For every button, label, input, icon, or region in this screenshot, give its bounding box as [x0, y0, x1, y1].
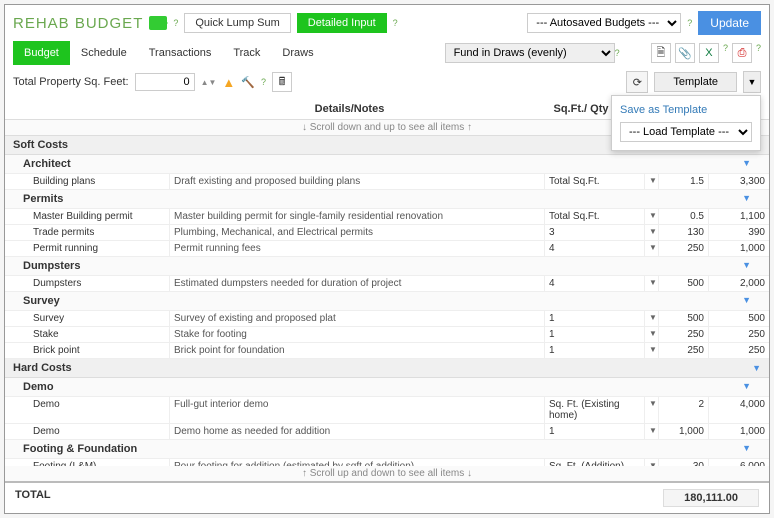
- help-icon[interactable]: ?: [261, 77, 266, 87]
- detailed-input-pill[interactable]: Detailed Input: [297, 13, 387, 33]
- help-icon[interactable]: ?: [687, 18, 692, 28]
- page-title: REHAB BUDGET: [13, 15, 143, 32]
- help-icon[interactable]: ?: [723, 43, 728, 63]
- tab-transactions[interactable]: Transactions: [138, 41, 223, 65]
- footer-total: TOTAL 180,111.00: [5, 481, 769, 513]
- budget-row[interactable]: DumpstersEstimated dumpsters needed for …: [5, 276, 769, 292]
- help-icon[interactable]: ?: [615, 48, 620, 58]
- subsection-header[interactable]: Dumpsters▼: [5, 257, 769, 276]
- help-icon[interactable]: ?: [756, 43, 761, 63]
- budget-row[interactable]: Master Building permitMaster building pe…: [5, 209, 769, 225]
- subsection-header[interactable]: Architect▼: [5, 155, 769, 174]
- app-window: REHAB BUDGET ? Quick Lump Sum Detailed I…: [4, 4, 770, 514]
- sqft-label: Total Property Sq. Feet:: [13, 76, 129, 88]
- header-details: Details/Notes: [178, 103, 521, 115]
- budget-grid[interactable]: Soft Costs▼Architect▼Building plansDraft…: [5, 135, 769, 466]
- property-row: Total Property Sq. Feet: ▲▼ ▲ 🔨? 🖩 ⟳ Tem…: [5, 65, 769, 99]
- hammer-icon[interactable]: 🔨: [241, 76, 255, 89]
- budget-row[interactable]: StakeStake for footing1▼250250: [5, 327, 769, 343]
- help-icon[interactable]: ?: [173, 18, 178, 28]
- pdf-icon[interactable]: ⎙: [732, 43, 752, 63]
- tab-schedule[interactable]: Schedule: [70, 41, 138, 65]
- load-template-select[interactable]: --- Load Template ---: [620, 122, 752, 142]
- subsection-header[interactable]: Footing & Foundation▼: [5, 440, 769, 459]
- budget-row[interactable]: Brick pointBrick point for foundation1▼2…: [5, 343, 769, 359]
- quick-lump-sum-pill[interactable]: Quick Lump Sum: [184, 13, 290, 33]
- video-icon[interactable]: [149, 16, 167, 30]
- subsection-header[interactable]: Demo▼: [5, 378, 769, 397]
- template-caret[interactable]: ▼: [743, 71, 761, 93]
- autosaved-budgets-select[interactable]: --- Autosaved Budgets ---: [527, 13, 681, 33]
- budget-row[interactable]: Footing (L&M)Pour footing for addition (…: [5, 459, 769, 466]
- total-value: 180,111.00: [663, 489, 759, 507]
- help-icon[interactable]: ?: [393, 18, 398, 28]
- refresh-icon[interactable]: ⟳: [626, 71, 648, 93]
- doc-icon[interactable]: 🗎: [651, 43, 671, 63]
- budget-row[interactable]: SurveySurvey of existing and proposed pl…: [5, 311, 769, 327]
- save-as-template-link[interactable]: Save as Template: [620, 104, 752, 116]
- attach-icon[interactable]: 📎: [675, 43, 695, 63]
- budget-row[interactable]: DemoFull-gut interior demoSq. Ft. (Exist…: [5, 397, 769, 424]
- tab-draws[interactable]: Draws: [271, 41, 324, 65]
- section-header[interactable]: Hard Costs▼: [5, 359, 769, 378]
- update-button[interactable]: Update: [698, 11, 761, 35]
- calc-icon[interactable]: 🖩: [272, 72, 292, 92]
- total-label: TOTAL: [15, 489, 51, 507]
- top-bar: REHAB BUDGET ? Quick Lump Sum Detailed I…: [5, 5, 769, 41]
- subsection-header[interactable]: Survey▼: [5, 292, 769, 311]
- stepper-icon[interactable]: ▲▼: [201, 78, 217, 87]
- tab-bar: Budget Schedule Transactions Track Draws…: [5, 41, 769, 65]
- budget-row[interactable]: Trade permitsPlumbing, Mechanical, and E…: [5, 225, 769, 241]
- budget-row[interactable]: Building plansDraft existing and propose…: [5, 174, 769, 190]
- fund-in-draws-select[interactable]: Fund in Draws (evenly): [445, 43, 615, 63]
- template-button[interactable]: Template: [654, 72, 737, 92]
- tab-track[interactable]: Track: [222, 41, 271, 65]
- sqft-input[interactable]: [135, 73, 195, 91]
- subsection-header[interactable]: Permits▼: [5, 190, 769, 209]
- budget-row[interactable]: Permit runningPermit running fees4▼2501,…: [5, 241, 769, 257]
- template-popup: Save as Template --- Load Template ---: [611, 95, 761, 151]
- scroll-hint-bottom: ↑ Scroll up and down to see all items ↓: [5, 466, 769, 481]
- export-icons: 🗎 📎 X? ⎙?: [651, 43, 761, 63]
- warning-icon: ▲: [222, 75, 235, 90]
- excel-icon[interactable]: X: [699, 43, 719, 63]
- tab-budget[interactable]: Budget: [13, 41, 70, 65]
- budget-row[interactable]: DemoDemo home as needed for addition1▼1,…: [5, 424, 769, 440]
